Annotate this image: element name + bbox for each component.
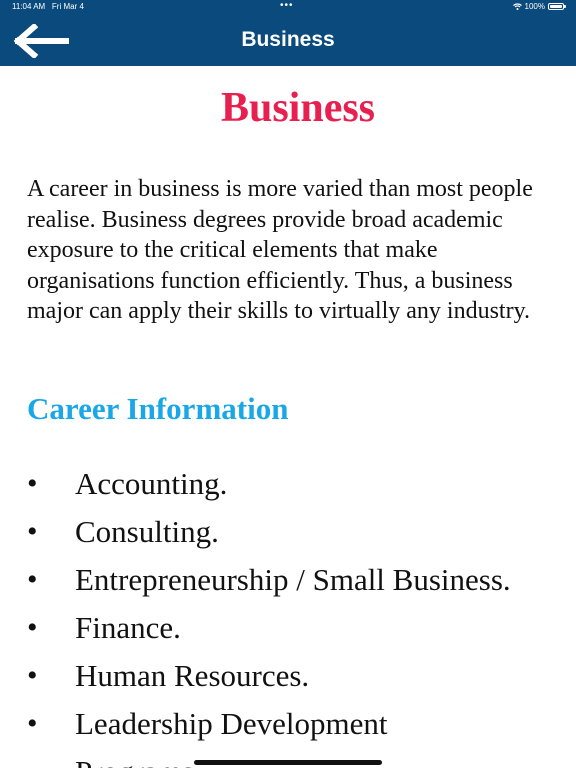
bullet: •	[27, 611, 38, 644]
section-heading-career-information: Career Information	[27, 391, 289, 426]
career-list-item: • Accounting.	[0, 460, 576, 508]
career-list-item: • Consulting.	[0, 508, 576, 556]
battery-fill	[550, 5, 562, 8]
status-date: Fri Mar 4	[51, 2, 84, 11]
bullet: •	[27, 659, 38, 692]
home-indicator[interactable]	[194, 760, 382, 765]
nav-title: Business	[241, 28, 335, 51]
career-item-label: Human Resources.	[75, 658, 310, 693]
battery-icon	[548, 3, 566, 10]
bullet: •	[27, 467, 38, 500]
multitasking-dots[interactable]: •••	[280, 0, 294, 11]
status-clock: 11:04 AM	[12, 2, 46, 11]
career-item-label: Leadership Development Programs.	[75, 706, 388, 768]
intro-paragraph: A career in business is more varied than…	[27, 176, 533, 324]
career-item-label: Consulting.	[75, 514, 219, 549]
top-bar: 11:04 AM Fri Mar 4 ••• 100% Business	[0, 0, 576, 66]
career-list-item: • Entrepreneurship / Small Business.	[0, 556, 576, 604]
career-list: • Accounting. • Consulting. • Entreprene…	[0, 460, 576, 768]
battery-percent: 100%	[524, 2, 545, 11]
status-bar: 11:04 AM Fri Mar 4 ••• 100%	[0, 0, 576, 14]
career-item-label: Entrepreneurship / Small Business.	[75, 562, 511, 597]
career-item-label: Finance.	[75, 610, 181, 645]
status-time: 11:04 AM Fri Mar 4	[12, 2, 84, 11]
content-scroll-view[interactable]: Business A career in business is more va…	[0, 66, 576, 768]
career-list-item: • Finance.	[0, 604, 576, 652]
wifi-icon	[512, 3, 522, 10]
bullet: •	[27, 707, 38, 740]
status-indicators: 100%	[512, 2, 566, 11]
career-list-item: • Human Resources.	[0, 652, 576, 700]
career-item-label: Accounting.	[75, 466, 228, 501]
bullet: •	[27, 563, 38, 596]
bullet: •	[27, 515, 38, 548]
page-title: Business	[220, 85, 376, 131]
